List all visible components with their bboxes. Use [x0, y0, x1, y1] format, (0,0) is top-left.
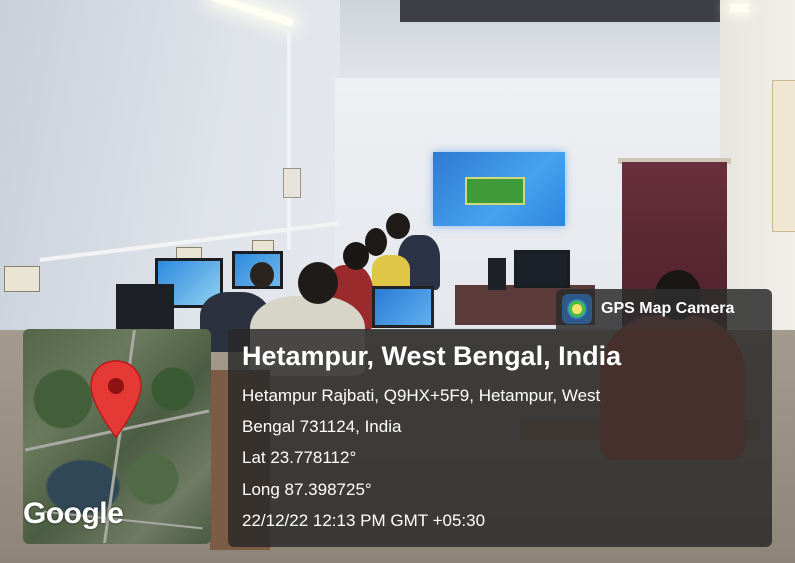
- location-map-thumbnail: Google: [23, 329, 211, 544]
- laptop: [372, 286, 434, 328]
- student-head: [298, 262, 338, 304]
- wall-poster: [772, 80, 795, 232]
- location-title: Hetampur, West Bengal, India: [242, 341, 622, 371]
- projected-window: [465, 177, 525, 205]
- photo: Google GPS Map Camera Hetampur, West Ben…: [0, 0, 795, 563]
- computer-monitor: [514, 250, 570, 288]
- gps-map-camera-icon: [562, 294, 592, 324]
- app-badge: GPS Map Camera: [556, 289, 772, 329]
- switch-box: [283, 168, 301, 198]
- student-head: [250, 262, 274, 288]
- address-line: Bengal 731124, India: [242, 417, 402, 436]
- computer-cpu: [116, 284, 174, 332]
- power-socket: [4, 266, 40, 292]
- longitude: Long 87.398725°: [242, 480, 372, 499]
- latitude: Lat 23.778112°: [242, 448, 357, 467]
- computer-cpu: [488, 258, 506, 290]
- student: [372, 255, 410, 290]
- student-head: [386, 213, 410, 239]
- app-badge-label: GPS Map Camera: [601, 300, 735, 317]
- timestamp: 22/12/22 12:13 PM GMT +05:30: [242, 511, 486, 530]
- tube-light: [730, 4, 748, 12]
- wall-conduit: [287, 30, 291, 250]
- ceiling-beam: [400, 0, 730, 22]
- map-attribution: Google: [23, 497, 124, 530]
- location-info-panel: Hetampur, West Bengal, India Hetampur Ra…: [228, 329, 772, 547]
- address-line: Hetampur Rajbati, Q9HX+5F9, Hetampur, We…: [242, 386, 601, 405]
- map-pin-icon: [90, 360, 142, 439]
- student-head: [343, 242, 369, 270]
